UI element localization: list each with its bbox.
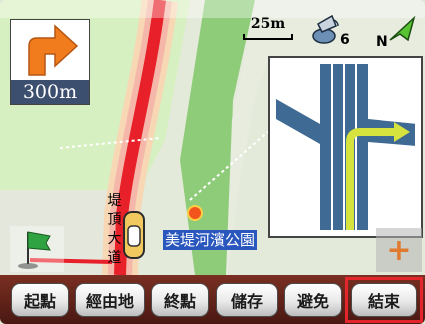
navigation-screen: 300m 25m 6 N 堤 頂 大 道 美堤河濱公園 + 起點 經由地 終點 … xyxy=(0,0,425,324)
turn-right-arrow-icon xyxy=(11,20,89,80)
junction-diagram xyxy=(276,64,415,230)
satellite-icon xyxy=(312,14,339,44)
zoom-in-button[interactable]: + xyxy=(376,228,422,272)
compass-north-label: N xyxy=(376,34,388,50)
junction-view-panel xyxy=(268,56,423,238)
satellite-count: 6 xyxy=(340,32,350,48)
road-name: 堤 頂 大 道 xyxy=(107,193,122,266)
save-button[interactable]: 儲存 xyxy=(216,283,278,317)
turn-distance: 300m xyxy=(11,80,89,104)
map-scale-label: 25m xyxy=(250,16,286,32)
avoid-button[interactable]: 避免 xyxy=(284,283,342,317)
compass-arrow-icon xyxy=(389,16,416,42)
end-point-button[interactable]: 終點 xyxy=(151,283,209,317)
via-point-button[interactable]: 經由地 xyxy=(75,283,145,317)
turn-guidance-panel[interactable]: 300m xyxy=(10,19,90,105)
start-point-button[interactable]: 起點 xyxy=(11,283,69,317)
destination-flag-icon[interactable] xyxy=(10,226,64,272)
poi-label[interactable]: 美堤河濱公園 xyxy=(163,230,258,250)
map-scale-bar xyxy=(243,34,293,40)
finish-button-highlight xyxy=(345,277,423,323)
